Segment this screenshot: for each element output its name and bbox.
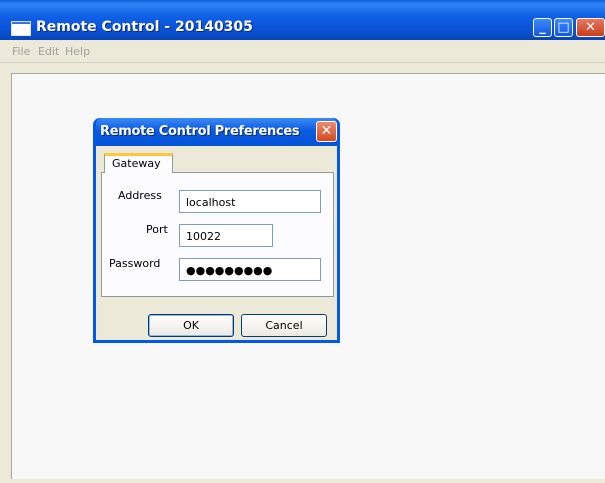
password-label: Password xyxy=(109,257,161,270)
address-field[interactable]: localhost xyxy=(179,190,321,213)
port-field[interactable]: 10022 xyxy=(179,224,273,247)
gateway-tab-panel: Address localhost Port 10022 Password ●●… xyxy=(101,172,334,297)
menu-help[interactable]: Help xyxy=(65,45,90,58)
menu-file[interactable]: File xyxy=(12,45,30,58)
maximize-button[interactable]: □ xyxy=(554,18,573,37)
password-field[interactable]: ●●●●●●●●● xyxy=(179,258,321,281)
port-label: Port xyxy=(146,223,168,236)
window-title: Remote Control - 20140305 xyxy=(36,19,253,35)
window-icon xyxy=(11,21,31,36)
close-button[interactable]: ✕ xyxy=(576,18,605,37)
dialog-close-button[interactable]: ✕ xyxy=(316,121,337,142)
menu-edit[interactable]: Edit xyxy=(38,45,59,58)
tab-gateway-label: Gateway xyxy=(112,157,161,170)
dialog-title: Remote Control Preferences xyxy=(100,124,300,139)
address-label: Address xyxy=(118,189,162,202)
dialog-title-bar[interactable]: Remote Control Preferences ✕ xyxy=(96,118,337,146)
ok-button[interactable]: OK xyxy=(148,314,234,337)
dialog-body: Gateway Address localhost Port 10022 Pas… xyxy=(96,146,337,340)
preferences-dialog: Remote Control Preferences ✕ Gateway Add… xyxy=(93,118,340,343)
main-window: Remote Control - 20140305 _ □ ✕ File Edi… xyxy=(0,0,605,483)
title-bar[interactable]: Remote Control - 20140305 _ □ ✕ xyxy=(0,0,605,40)
menu-bar: File Edit Help xyxy=(0,40,605,63)
minimize-button[interactable]: _ xyxy=(533,18,552,37)
cancel-button[interactable]: Cancel xyxy=(241,314,327,337)
tab-gateway[interactable]: Gateway xyxy=(104,153,173,173)
